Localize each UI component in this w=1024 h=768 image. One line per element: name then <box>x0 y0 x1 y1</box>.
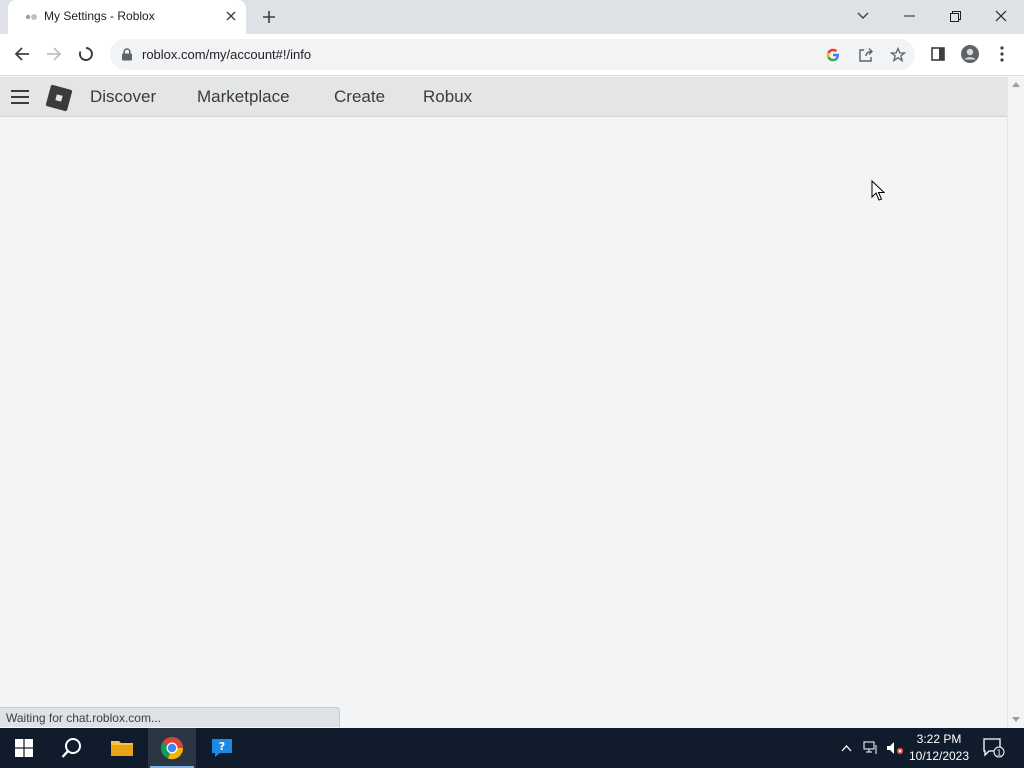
network-icon[interactable] <box>860 728 882 768</box>
google-icon[interactable] <box>822 44 844 66</box>
kebab-menu-icon[interactable] <box>988 40 1016 68</box>
windows-taskbar: ? 3:22 PM 10/12/2023 1 <box>0 728 1024 768</box>
windows-start-icon[interactable] <box>0 728 48 768</box>
nav-robux-link[interactable]: Robux <box>423 87 472 107</box>
show-hidden-icons-chevron-icon[interactable] <box>836 728 856 768</box>
volume-muted-icon[interactable] <box>884 728 906 768</box>
clock-time: 3:22 PM <box>916 732 962 746</box>
notification-count: 1 <box>996 749 1001 758</box>
forward-arrow-icon[interactable] <box>40 40 68 68</box>
svg-text:?: ? <box>219 740 225 753</box>
file-explorer-icon[interactable] <box>98 728 146 768</box>
nav-create-link[interactable]: Create <box>334 87 385 107</box>
nav-discover-link[interactable]: Discover <box>90 87 156 107</box>
browser-toolbar: roblox.com/my/account#!/info <box>0 34 1024 76</box>
profile-icon[interactable] <box>956 40 984 68</box>
back-arrow-icon[interactable] <box>8 40 36 68</box>
tab-search-chevron-icon[interactable] <box>840 0 886 32</box>
clock-date: 10/12/2023 <box>908 749 970 763</box>
hamburger-icon[interactable] <box>8 85 32 109</box>
tab-close-icon[interactable] <box>222 7 240 25</box>
share-icon[interactable] <box>855 44 877 66</box>
minimize-icon[interactable] <box>886 0 932 32</box>
new-tab-plus-icon[interactable] <box>258 6 280 28</box>
roblox-header: Discover Marketplace Create Robux <box>0 77 1007 117</box>
loading-spinner-icon[interactable] <box>72 40 100 68</box>
chrome-icon[interactable] <box>148 728 196 768</box>
roblox-favicon-icon <box>25 14 37 20</box>
restore-icon[interactable] <box>932 0 978 32</box>
notification-center-icon[interactable]: 1 <box>980 728 1008 768</box>
scroll-up-arrow-icon[interactable] <box>1012 81 1020 87</box>
taskbar-clock[interactable]: 3:22 PM 10/12/2023 <box>904 731 974 765</box>
tab-strip: My Settings - Roblox <box>0 0 1024 34</box>
side-panel-icon[interactable] <box>924 40 952 68</box>
star-icon[interactable] <box>887 44 909 66</box>
page-scrollbar[interactable] <box>1007 77 1024 727</box>
mouse-cursor-icon <box>871 180 885 201</box>
nav-marketplace-link[interactable]: Marketplace <box>197 87 290 107</box>
status-text: Waiting for chat.roblox.com... <box>6 711 161 725</box>
close-window-icon[interactable] <box>978 0 1024 32</box>
address-bar[interactable]: roblox.com/my/account#!/info <box>110 39 915 70</box>
url-text[interactable]: roblox.com/my/account#!/info <box>142 47 311 62</box>
scroll-down-arrow-icon[interactable] <box>1012 717 1020 723</box>
lock-icon <box>122 48 132 61</box>
browser-tab[interactable]: My Settings - Roblox <box>8 0 246 34</box>
tab-title: My Settings - Roblox <box>44 9 155 23</box>
roblox-logo-icon[interactable] <box>45 84 73 112</box>
search-icon[interactable] <box>48 728 96 768</box>
status-bubble: Waiting for chat.roblox.com... <box>0 707 340 727</box>
page-content <box>0 118 1007 727</box>
help-app-icon[interactable]: ? <box>198 728 246 768</box>
